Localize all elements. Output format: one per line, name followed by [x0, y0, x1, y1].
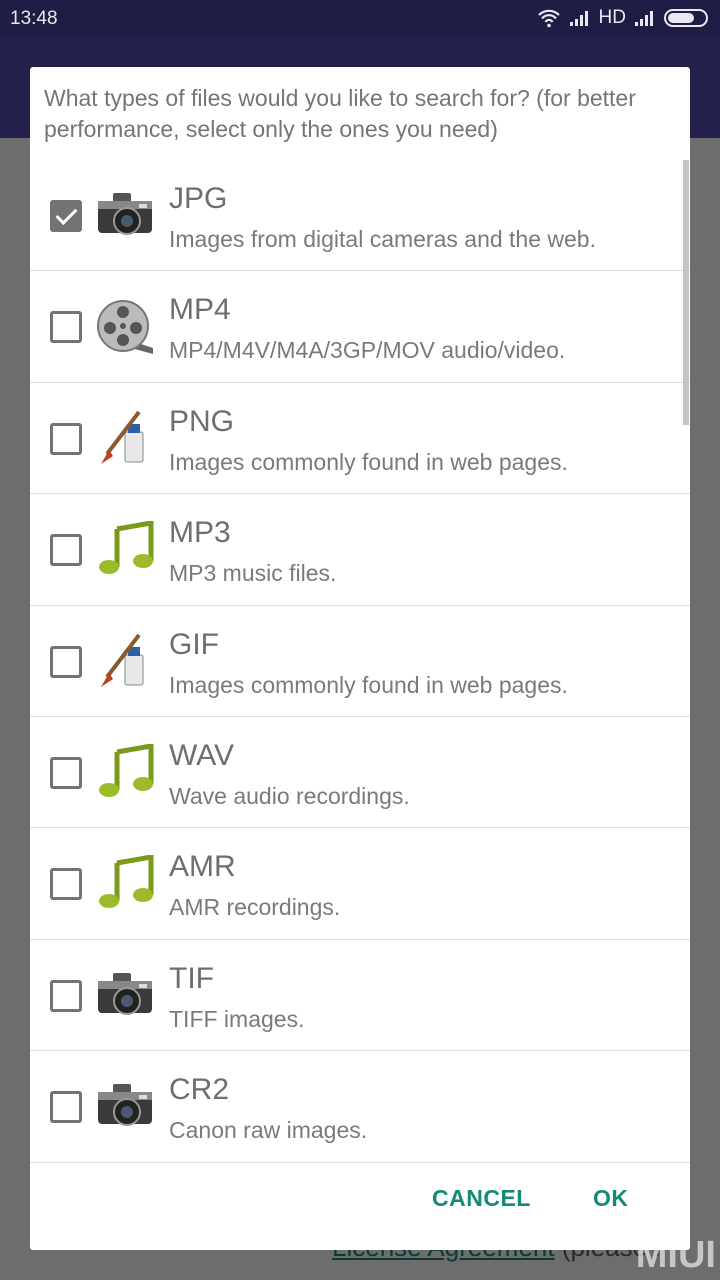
file-type-name: AMR [169, 850, 236, 884]
checkbox[interactable] [50, 756, 82, 789]
file-type-name: TIF [169, 961, 214, 995]
music-note-icon [95, 520, 155, 577]
file-type-item-mp4[interactable]: MP4 MP4/M4V/M4A/3GP/MOV audio/video. [30, 271, 690, 383]
network-type: HD [598, 7, 626, 28]
file-type-description: Wave audio recordings. [169, 782, 410, 809]
checkbox[interactable] [50, 1091, 82, 1124]
cancel-button[interactable]: CANCEL [432, 1185, 531, 1212]
checkbox[interactable] [50, 311, 82, 344]
file-type-item-cr2[interactable]: CR2 Canon raw images. [30, 1051, 690, 1163]
file-type-item-amr[interactable]: AMR AMR recordings. [30, 828, 690, 940]
file-type-item-jpg[interactable]: JPG Images from digital cameras and the … [30, 160, 690, 272]
file-type-name: GIF [169, 627, 219, 661]
ok-button[interactable]: OK [593, 1185, 629, 1212]
file-type-name: WAV [169, 738, 234, 772]
checkbox[interactable] [50, 534, 82, 567]
file-type-item-mp3[interactable]: MP3 MP3 music files. [30, 494, 690, 606]
battery-icon [664, 9, 708, 27]
file-type-dialog: What types of files would you like to se… [30, 67, 690, 1250]
file-type-description: Canon raw images. [169, 1117, 368, 1144]
camera-icon [95, 967, 155, 1023]
paintbrush-icon [95, 633, 155, 689]
file-type-description: Images commonly found in web pages. [169, 448, 568, 475]
signal-icon [635, 11, 653, 26]
clock: 13:48 [10, 8, 58, 29]
camera-icon [95, 187, 155, 243]
file-type-name: MP4 [169, 293, 231, 327]
checkbox[interactable] [50, 868, 82, 901]
film-reel-icon [95, 298, 155, 355]
scrollbar[interactable] [683, 160, 689, 425]
camera-icon [95, 1078, 155, 1134]
file-type-description: Images commonly found in web pages. [169, 671, 568, 698]
file-type-item-wav[interactable]: WAV Wave audio recordings. [30, 717, 690, 829]
file-type-description: Images from digital cameras and the web. [169, 226, 596, 252]
file-type-name: MP3 [169, 516, 231, 550]
file-type-name: JPG [169, 182, 228, 215]
file-type-description: TIFF images. [169, 1005, 305, 1032]
file-type-description: AMR recordings. [169, 894, 341, 921]
file-type-description: MP3 music files. [169, 560, 337, 587]
file-type-item-gif[interactable]: GIF Images commonly found in web pages. [30, 606, 690, 717]
status-bar: 13:48 HD [0, 0, 720, 37]
paintbrush-icon [95, 410, 155, 466]
checkbox[interactable] [50, 979, 82, 1012]
checkbox[interactable] [50, 200, 82, 232]
music-note-icon [95, 854, 155, 911]
file-type-name: PNG [169, 404, 235, 438]
checkbox[interactable] [50, 645, 82, 678]
file-type-item-png[interactable]: PNG Images commonly found in web pages. [30, 383, 690, 495]
dialog-prompt: What types of files would you like to se… [44, 85, 636, 142]
wifi-icon [537, 9, 560, 28]
file-type-item-tif[interactable]: TIF TIFF images. [30, 940, 690, 1052]
signal-icon [569, 11, 588, 26]
music-note-icon [95, 742, 155, 800]
file-type-description: MP4/M4V/M4A/3GP/MOV audio/video. [169, 337, 566, 364]
file-type-list[interactable]: JPG Images from digital cameras and the … [30, 160, 690, 1163]
file-type-name: CR2 [169, 1073, 230, 1107]
checkbox[interactable] [50, 422, 82, 455]
